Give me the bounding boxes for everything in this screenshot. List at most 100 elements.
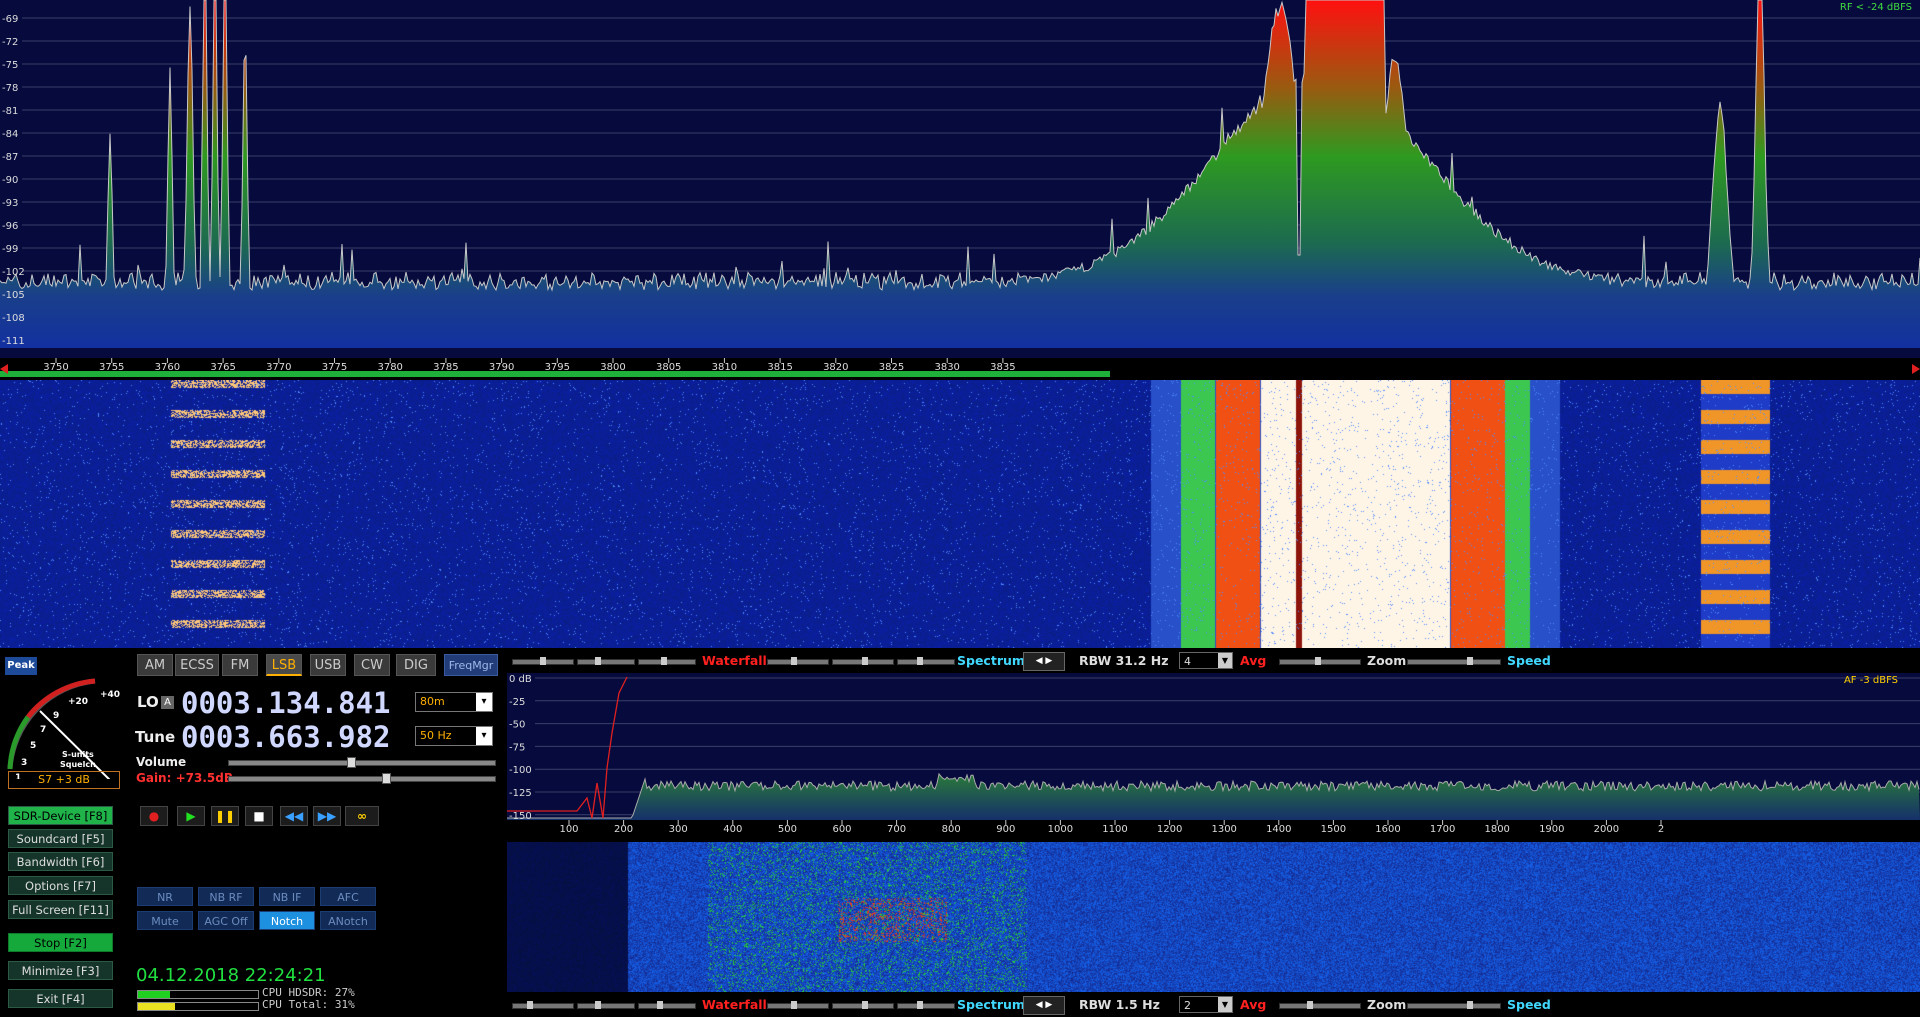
af-zoom-slider-thumb[interactable] bbox=[1307, 1001, 1313, 1009]
af-x-tick: 1100 bbox=[1102, 824, 1127, 835]
af-spectrum-label: Spectrum bbox=[957, 997, 1025, 1012]
waterfall-slider-2[interactable] bbox=[577, 659, 635, 665]
mode-usb[interactable]: USB bbox=[310, 654, 346, 676]
af-waterfall-slider-3-thumb[interactable] bbox=[657, 1001, 663, 1009]
af-spectrum-slider-3-thumb[interactable] bbox=[917, 1001, 923, 1009]
soundcard-button[interactable]: Soundcard [F5] bbox=[8, 829, 113, 848]
mode-cw[interactable]: CW bbox=[354, 654, 390, 676]
af-x-tick: 1200 bbox=[1157, 824, 1182, 835]
fast-forward-icon[interactable]: ▶▶ bbox=[313, 806, 341, 826]
pause-icon[interactable]: ❚❚ bbox=[211, 806, 239, 826]
rf-frequency-scale[interactable]: 3750 3755 3760 3765 3770 3775 3780 3785 3790 3795… bbox=[0, 358, 1920, 380]
scroll-right-icon[interactable] bbox=[1912, 364, 1920, 374]
stop-button[interactable]: Stop [F2] bbox=[8, 933, 113, 952]
chevron-down-icon: ▼ bbox=[1218, 997, 1232, 1012]
rewind-icon[interactable]: ◀◀ bbox=[280, 806, 308, 826]
rf-y-tick: -90 bbox=[2, 175, 18, 186]
afc-button[interactable]: AFC bbox=[320, 887, 376, 906]
exit-button[interactable]: Exit [F4] bbox=[8, 989, 113, 1008]
spectrum-slider-2-thumb[interactable] bbox=[862, 657, 868, 665]
mute-button[interactable]: Mute bbox=[137, 911, 193, 930]
af-avg-select[interactable]: 2 ▼ bbox=[1179, 996, 1233, 1013]
af-spectrum-graph[interactable]: 0 dB -25 -50 -75 -100 -125 -150 bbox=[507, 673, 1920, 822]
spectrum-slider-3[interactable] bbox=[897, 659, 955, 665]
volume-slider-thumb[interactable] bbox=[347, 757, 356, 768]
mode-dig[interactable]: DIG bbox=[396, 654, 436, 676]
spectrum-slider-1-thumb[interactable] bbox=[791, 657, 797, 665]
gain-slider[interactable] bbox=[228, 776, 496, 782]
minimize-button[interactable]: Minimize [F3] bbox=[8, 961, 113, 980]
rbw-stepper[interactable]: ◀ ▶ bbox=[1023, 652, 1065, 671]
smeter-reading: S7 +3 dB bbox=[8, 771, 120, 789]
mode-fm[interactable]: FM bbox=[222, 654, 258, 676]
bandwidth-button[interactable]: Bandwidth [F6] bbox=[8, 852, 113, 871]
speed-slider-thumb[interactable] bbox=[1467, 657, 1473, 665]
smeter-caption-bottom: Squelch bbox=[60, 760, 96, 769]
rf-x-tick: 3790 bbox=[489, 362, 514, 373]
af-level-indicator: AF -3 dBFS bbox=[1843, 675, 1898, 686]
rf-x-tick: 3805 bbox=[656, 362, 681, 373]
nr-button[interactable]: NR bbox=[137, 887, 193, 906]
rf-spectrum-display[interactable]: -69 -72 -75 -78 -81 -84 -87 -90 -93 -96 -99 -102 -10… bbox=[0, 0, 1920, 358]
af-speed-slider[interactable] bbox=[1407, 1003, 1501, 1009]
af-spectrum-slider-3[interactable] bbox=[897, 1003, 955, 1009]
spectrum-slider-3-thumb[interactable] bbox=[917, 657, 923, 665]
band-select[interactable]: 80m ▾ bbox=[415, 692, 493, 712]
volume-slider[interactable] bbox=[228, 760, 496, 766]
af-spectrum-slider-1[interactable] bbox=[767, 1003, 829, 1009]
af-y-tick: -100 bbox=[509, 765, 532, 776]
af-speed-slider-thumb[interactable] bbox=[1467, 1001, 1473, 1009]
avg-select[interactable]: 4 ▼ bbox=[1179, 652, 1233, 669]
loop-icon[interactable]: ∞ bbox=[345, 806, 379, 826]
mode-lsb[interactable]: LSB bbox=[266, 654, 302, 676]
avg-label: Avg bbox=[1240, 653, 1267, 668]
af-waterfall-slider-1-thumb[interactable] bbox=[527, 1001, 533, 1009]
rf-x-tick: 3830 bbox=[934, 362, 959, 373]
anotch-button[interactable]: ANotch bbox=[320, 911, 376, 930]
spectrum-slider-1[interactable] bbox=[767, 659, 829, 665]
mode-am[interactable]: AM bbox=[137, 654, 173, 676]
freqmgr-button[interactable]: FreqMgr bbox=[444, 654, 498, 676]
zoom-slider-thumb[interactable] bbox=[1315, 657, 1321, 665]
lo-frequency-display[interactable]: 0003.134.841 bbox=[181, 686, 391, 720]
af-waterfall-slider-2[interactable] bbox=[577, 1003, 635, 1009]
af-zoom-slider[interactable] bbox=[1279, 1003, 1361, 1009]
agc-off-button[interactable]: AGC Off bbox=[198, 911, 254, 930]
af-x-tick: 100 bbox=[559, 824, 578, 835]
rf-spectrum-graph[interactable]: -69 -72 -75 -78 -81 -84 -87 -90 -93 -96 -99 -102 -10… bbox=[0, 0, 1920, 358]
af-waterfall-slider-3[interactable] bbox=[638, 1003, 696, 1009]
tune-step-select[interactable]: 50 Hz ▾ bbox=[415, 726, 493, 746]
options-button[interactable]: Options [F7] bbox=[8, 876, 113, 895]
rf-waterfall-display[interactable] bbox=[0, 380, 1920, 648]
lo-lock-a-button[interactable]: A bbox=[161, 696, 174, 709]
waterfall-slider-3[interactable] bbox=[638, 659, 696, 665]
nb-rf-button[interactable]: NB RF bbox=[198, 887, 254, 906]
sdr-device-button[interactable]: SDR-Device [F8] bbox=[8, 806, 113, 825]
mode-ecss[interactable]: ECSS bbox=[175, 654, 219, 676]
record-icon[interactable]: ● bbox=[140, 806, 168, 826]
full-screen-button[interactable]: Full Screen [F11] bbox=[8, 900, 113, 919]
notch-button[interactable]: Notch bbox=[259, 911, 315, 930]
af-frequency-scale[interactable]: 100 200 300 400 500 600 700 800 900 1000 1100 1200 1… bbox=[507, 820, 1920, 842]
af-spectrum-display[interactable]: 0 dB -25 -50 -75 -100 -125 -150 AF -3 dBFS bbox=[507, 673, 1920, 822]
af-waterfall-slider-1[interactable] bbox=[512, 1003, 574, 1009]
af-spectrum-slider-2-thumb[interactable] bbox=[862, 1001, 868, 1009]
nb-if-button[interactable]: NB IF bbox=[259, 887, 315, 906]
waterfall-slider-2-thumb[interactable] bbox=[595, 657, 601, 665]
waterfall-label: Waterfall bbox=[702, 653, 767, 668]
rf-y-tick: -111 bbox=[2, 336, 25, 347]
waterfall-slider-3-thumb[interactable] bbox=[661, 657, 667, 665]
af-waterfall-slider-2-thumb[interactable] bbox=[595, 1001, 601, 1009]
tune-frequency-display[interactable]: 0003.663.982 bbox=[181, 720, 391, 754]
rf-x-tick: 3765 bbox=[210, 362, 235, 373]
af-rbw-stepper[interactable]: ◀ ▶ bbox=[1023, 996, 1065, 1015]
play-icon[interactable]: ▶ bbox=[177, 806, 205, 826]
speed-slider[interactable] bbox=[1407, 659, 1501, 665]
af-x-tick: 200 bbox=[614, 824, 633, 835]
gain-slider-thumb[interactable] bbox=[382, 773, 391, 784]
af-spectrum-slider-1-thumb[interactable] bbox=[791, 1001, 797, 1009]
af-waterfall-display[interactable] bbox=[507, 842, 1920, 992]
waterfall-slider-1-thumb[interactable] bbox=[540, 657, 546, 665]
af-x-tick: 1600 bbox=[1375, 824, 1400, 835]
stop-square-icon[interactable]: ■ bbox=[245, 806, 273, 826]
